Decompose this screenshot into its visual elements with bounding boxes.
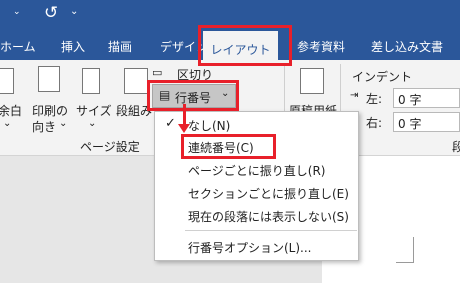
size-button-label[interactable]: サイズ	[76, 102, 112, 119]
page-setup-group-label: ページ設定	[80, 140, 140, 154]
menu-item-label: 行番号オプション(L)...	[188, 241, 312, 255]
line-numbers-highlight-box	[147, 80, 239, 111]
tab-draw[interactable]: 描画	[108, 38, 132, 55]
manuscript-icon[interactable]	[300, 68, 324, 94]
tab-mailings[interactable]: 差し込み文書	[371, 38, 443, 55]
size-chevron-down-icon: ⌄	[88, 118, 97, 129]
indent-left-field[interactable]: 0 字	[393, 88, 460, 108]
layout-tab-highlight-box	[198, 25, 292, 66]
redo-icon[interactable]: ↺	[44, 3, 58, 23]
orientation-button-label[interactable]: 印刷の	[32, 102, 68, 119]
menu-item-line-number-options[interactable]: 行番号オプション(L)...	[155, 236, 358, 258]
margins-chevron-down-icon[interactable]: ⌄	[3, 118, 11, 129]
margins-button-label[interactable]: 余白	[0, 102, 22, 119]
menu-item-restart-each-section[interactable]: セクションごとに振り直し(E)	[155, 182, 358, 204]
indent-group-title: インデント	[352, 70, 413, 84]
breaks-icon[interactable]: ▭	[152, 66, 162, 79]
indent-left-icon: ⇥	[350, 90, 359, 101]
size-icon[interactable]	[82, 68, 100, 94]
menu-separator	[185, 230, 357, 231]
annotation-arrow-head	[178, 124, 190, 133]
columns-icon[interactable]	[124, 68, 148, 94]
page-corner-mark	[396, 262, 414, 263]
orientation-icon[interactable]	[38, 66, 60, 92]
menu-item-label: セクションごとに振り直し(E)	[188, 187, 349, 201]
tab-insert[interactable]: 挿入	[61, 38, 85, 55]
quick-access-more-icon[interactable]: ⌄	[70, 6, 78, 17]
continuous-highlight-box	[181, 134, 276, 159]
indent-right-field[interactable]: 0 字	[393, 112, 460, 132]
undo-dropdown-icon[interactable]: ⌄	[13, 7, 21, 17]
menu-item-restart-each-page[interactable]: ページごとに振り直し(R)	[155, 159, 358, 181]
orientation-button-label-2[interactable]: 向き	[32, 118, 56, 135]
menu-item-suppress-current-paragraph[interactable]: 現在の段落には表示しない(S)	[155, 205, 358, 227]
margins-icon[interactable]	[0, 68, 14, 94]
page-corner-mark	[413, 237, 414, 263]
indent-right-value: 0 字	[398, 117, 422, 131]
indent-left-value: 0 字	[398, 93, 422, 107]
menu-item-label: ページごとに振り直し(R)	[188, 164, 326, 178]
tab-home[interactable]: ホーム	[0, 38, 36, 55]
indent-left-label: 左:	[366, 92, 383, 106]
tab-references[interactable]: 参考資料	[297, 38, 345, 55]
orientation-chevron-down-icon: ⌄	[59, 118, 68, 129]
menu-item-label: 現在の段落には表示しない(S)	[188, 210, 349, 224]
check-icon: ✓	[165, 116, 176, 131]
menu-item-label: なし(N)	[188, 119, 231, 133]
paragraph-group-label-fragment: 段	[452, 140, 460, 154]
indent-right-label: 右:	[366, 116, 383, 130]
